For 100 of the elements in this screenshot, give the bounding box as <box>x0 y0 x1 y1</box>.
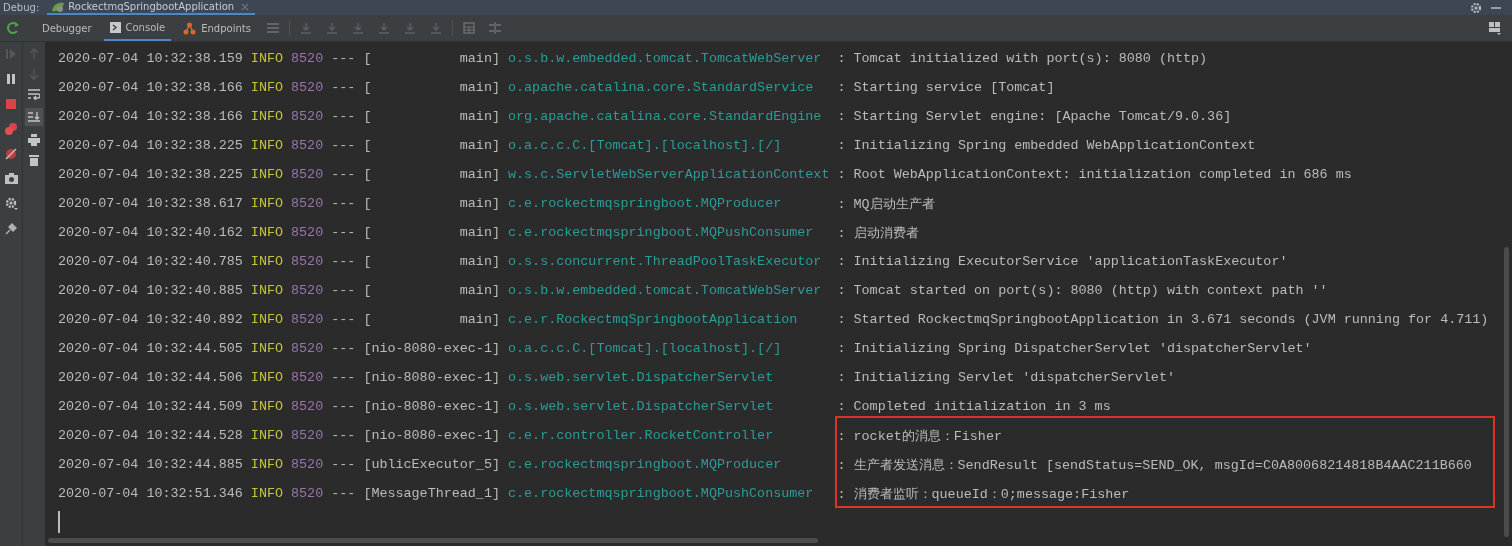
text-cursor <box>58 511 60 533</box>
trash-icon[interactable] <box>29 154 39 166</box>
step-icon[interactable] <box>325 22 338 34</box>
log-message: : Started RockectmqSpringbootApplication in 3.671 seconds (JVM running for 4.711) <box>837 312 1489 327</box>
log-timestamp: 2020-07-04 10:32:38.225 <box>58 167 243 182</box>
scroll-to-end-button[interactable] <box>25 108 43 126</box>
logger-name[interactable]: o.a.c.c.C.[Tomcat].[localhost].[/] <box>508 341 830 356</box>
down-arrow-icon[interactable] <box>29 68 39 80</box>
soft-wrap-icon[interactable] <box>28 88 40 100</box>
log-timestamp: 2020-07-04 10:32:44.885 <box>58 457 243 472</box>
thread-name: [ main] <box>363 51 500 66</box>
step-icon[interactable] <box>403 22 416 34</box>
separator-dashes: --- <box>331 486 356 501</box>
console-icon <box>109 21 121 33</box>
pause-icon[interactable] <box>5 73 17 85</box>
log-message: : Starting service [Tomcat] <box>837 80 1055 95</box>
thread-name: [ main] <box>363 283 500 298</box>
log-timestamp: 2020-07-04 10:32:38.159 <box>58 51 243 66</box>
log-level: INFO <box>250 51 283 66</box>
process-id: 8520 <box>291 428 324 443</box>
process-id: 8520 <box>291 167 324 182</box>
log-timestamp: 2020-07-04 10:32:38.166 <box>58 80 243 95</box>
log-level: INFO <box>250 457 283 472</box>
log-level: INFO <box>250 370 283 385</box>
step-icon[interactable] <box>299 22 312 34</box>
print-icon[interactable] <box>28 134 40 146</box>
log-level: INFO <box>250 341 283 356</box>
log-timestamp: 2020-07-04 10:32:40.885 <box>58 283 243 298</box>
separator-dashes: --- <box>331 254 356 269</box>
thread-name: [ main] <box>363 254 500 269</box>
logger-name[interactable]: o.a.c.c.C.[Tomcat].[localhost].[/] <box>508 138 830 153</box>
logger-name[interactable]: o.apache.catalina.core.StandardService <box>508 80 830 95</box>
logger-name[interactable]: c.e.rockectmqspringboot.MQPushConsumer <box>508 486 830 501</box>
step-icon[interactable] <box>429 22 442 34</box>
logger-name[interactable]: o.s.web.servlet.DispatcherServlet <box>508 370 830 385</box>
thread-name: [nio-8080-exec-1] <box>363 428 500 443</box>
separator-dashes: --- <box>331 138 356 153</box>
log-message: : Completed initialization in 3 ms <box>837 399 1111 414</box>
logger-name[interactable]: org.apache.catalina.core.StandardEngine <box>508 109 830 124</box>
log-timestamp: 2020-07-04 10:32:51.346 <box>58 486 243 501</box>
settings-icon[interactable] <box>1470 1 1482 14</box>
log-timestamp: 2020-07-04 10:32:40.162 <box>58 225 243 240</box>
separator-dashes: --- <box>331 225 356 240</box>
process-id: 8520 <box>291 283 324 298</box>
thread-name: [MessageThread_1] <box>363 486 500 501</box>
log-timestamp: 2020-07-04 10:32:38.166 <box>58 109 243 124</box>
process-id: 8520 <box>291 254 324 269</box>
log-level: INFO <box>250 399 283 414</box>
thread-name: [nio-8080-exec-1] <box>363 341 500 356</box>
logger-name[interactable]: o.s.web.servlet.DispatcherServlet <box>508 399 830 414</box>
logger-name[interactable]: c.e.rockectmqspringboot.MQPushConsumer <box>508 225 830 240</box>
log-timestamp: 2020-07-04 10:32:44.506 <box>58 370 243 385</box>
separator-dashes: --- <box>331 370 356 385</box>
log-message: : Initializing Spring embedded WebApplicationContext <box>837 138 1256 153</box>
vertical-scrollbar[interactable] <box>1504 247 1509 537</box>
log-message: : Initializing ExecutorService 'applicationTaskExecutor' <box>837 254 1288 269</box>
breakpoints-icon[interactable] <box>4 123 18 135</box>
thread-name: [nio-8080-exec-1] <box>363 399 500 414</box>
pin-icon[interactable] <box>5 223 17 235</box>
thread-name: [ main] <box>363 167 500 182</box>
thread-name: [nio-8080-exec-1] <box>363 370 500 385</box>
logger-name[interactable]: c.e.r.controller.RocketController <box>508 428 830 443</box>
logger-name[interactable]: c.e.r.RockectmqSpringbootApplication <box>508 312 830 327</box>
log-message: : rocket的消息：Fisher <box>837 427 1002 445</box>
log-message: : Root WebApplicationContext: initialization completed in 686 ms <box>837 167 1352 182</box>
step-icon[interactable] <box>351 22 364 34</box>
close-icon[interactable] <box>241 2 250 11</box>
log-level: INFO <box>250 428 283 443</box>
camera-icon[interactable] <box>4 173 18 184</box>
table-icon[interactable] <box>462 22 475 34</box>
up-arrow-icon[interactable] <box>29 48 39 60</box>
process-id: 8520 <box>291 341 324 356</box>
tab[interactable]: Endpoints <box>177 15 257 41</box>
logger-name[interactable]: o.s.b.w.embedded.tomcat.TomcatWebServer <box>508 51 830 66</box>
separator-dashes: --- <box>331 428 356 443</box>
horizontal-scrollbar[interactable] <box>48 538 818 543</box>
stop-icon[interactable] <box>5 98 17 110</box>
separator-dashes: --- <box>331 109 356 124</box>
log-message: : MQ启动生产者 <box>837 195 935 213</box>
logger-name[interactable]: w.s.c.ServletWebServerApplicationContext <box>508 167 830 182</box>
rerun-icon[interactable] <box>6 21 20 35</box>
separator-dashes: --- <box>331 457 356 472</box>
process-id: 8520 <box>291 51 324 66</box>
menu-icon[interactable] <box>266 23 279 33</box>
settings-icon[interactable] <box>4 197 18 210</box>
step-icon[interactable] <box>377 22 390 34</box>
resume-icon[interactable] <box>5 48 17 60</box>
logger-name[interactable]: c.e.rockectmqspringboot.MQProducer <box>508 457 830 472</box>
logger-name[interactable]: o.s.s.concurrent.ThreadPoolTaskExecutor <box>508 254 830 269</box>
logger-name[interactable]: c.e.rockectmqspringboot.MQProducer <box>508 196 830 211</box>
log-message: : Tomcat started on port(s): 8080 (http) with context path '' <box>837 283 1328 298</box>
process-id: 8520 <box>291 486 324 501</box>
log-message: : 启动消费者 <box>837 224 919 242</box>
logger-name[interactable]: o.s.b.w.embedded.tomcat.TomcatWebServer <box>508 283 830 298</box>
mute-breakpoints-icon[interactable] <box>5 148 17 160</box>
tab[interactable]: Debugger <box>36 15 98 41</box>
process-id: 8520 <box>291 370 324 385</box>
thread-name: [ main] <box>363 225 500 240</box>
layout-icon[interactable] <box>1488 21 1502 35</box>
process-id: 8520 <box>291 312 324 327</box>
